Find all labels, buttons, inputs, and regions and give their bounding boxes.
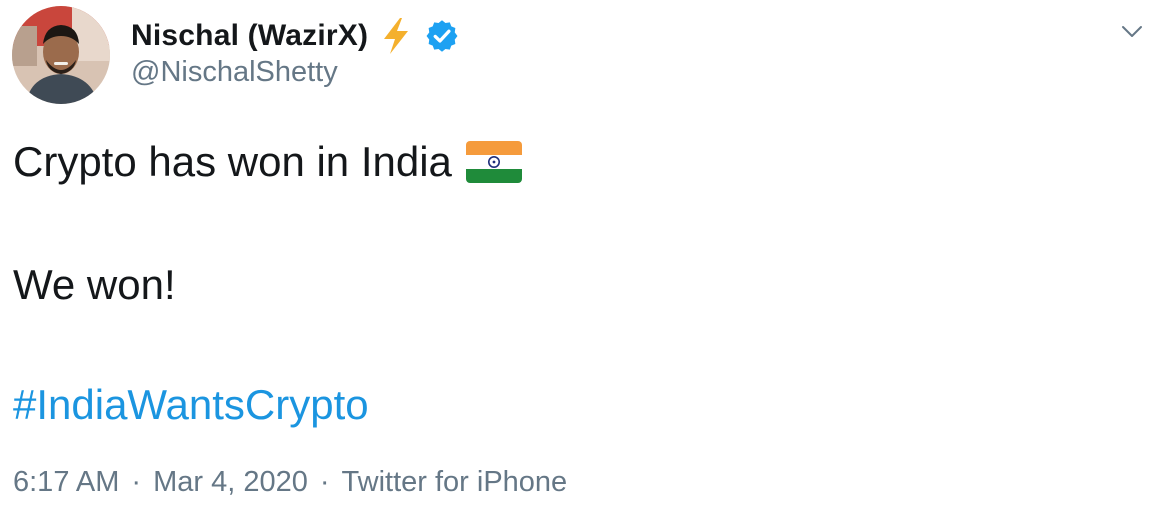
author-handle[interactable]: @NischalShetty [131, 56, 338, 89]
tweet-date-link[interactable]: Mar 4, 2020 [153, 466, 308, 499]
india-flag-icon [465, 141, 522, 183]
tweet-text-line-1: Crypto has won in India [13, 138, 522, 186]
tweet-text-line-2: We won! [13, 261, 176, 308]
author-display-name[interactable]: Nischal (WazirX) [131, 19, 368, 53]
tweet-source-link[interactable]: Twitter for iPhone [342, 466, 568, 499]
avatar-image [12, 6, 110, 104]
author-name-row[interactable]: Nischal (WazirX) [131, 14, 460, 58]
tweet-metadata: 6:17 AM · Mar 4, 2020 · Twitter for iPho… [13, 466, 567, 499]
meta-separator: · [131, 466, 142, 498]
tweet-card: Nischal (WazirX) @NischalShetty Crypto h… [0, 0, 1168, 530]
chevron-down-icon[interactable] [1114, 14, 1150, 50]
verified-badge-icon [424, 18, 460, 54]
tweet-text: Crypto has won in India [13, 138, 452, 185]
author-avatar[interactable] [12, 6, 110, 104]
tweet-time-link[interactable]: 6:17 AM [13, 466, 119, 499]
lightning-bolt-icon [380, 17, 412, 55]
meta-separator: · [319, 466, 330, 498]
hashtag-link[interactable]: #IndiaWantsCrypto [13, 381, 369, 429]
